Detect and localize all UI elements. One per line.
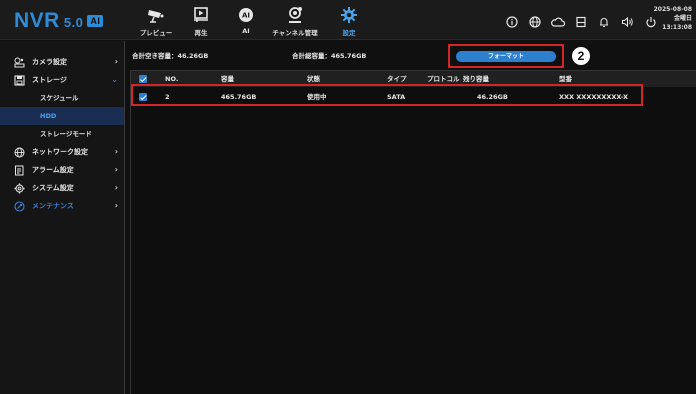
- chevron-right-icon: ›: [114, 183, 118, 192]
- clock-weekday: 金曜日: [673, 15, 692, 22]
- sidebar-item-maintenance[interactable]: メンテナンス ›: [0, 197, 124, 215]
- sidebar-item-network-settings[interactable]: ネットワーク設定 ›: [0, 143, 124, 161]
- clock: 2025-08-08 金曜日 13:13:08: [654, 5, 692, 32]
- alarm-icon: [14, 165, 25, 176]
- chevron-down-icon: ⌄: [111, 75, 118, 84]
- system-icon: [14, 183, 25, 194]
- brand-name: NVR: [14, 9, 60, 32]
- hdd-table: NO. 容量 状態 タイプ プロトコル 残り容量 型番 2 465.76GB 使…: [130, 70, 696, 394]
- select-all-checkbox[interactable]: [139, 75, 147, 83]
- sidebar-item-label: メンテナンス: [32, 202, 74, 210]
- sidebar-item-alarm-settings[interactable]: アラーム設定 ›: [0, 161, 124, 179]
- svg-text:AI: AI: [242, 11, 250, 19]
- system-icons: [503, 13, 660, 29]
- network-globe-icon[interactable]: [526, 13, 544, 29]
- bell-icon[interactable]: [595, 13, 613, 29]
- total-capacity: 合計総容量：465.76GB: [292, 52, 367, 60]
- top-bar: NVR 5.0 AI プレビュー 再生 AI AI チャンネル管理 設定 202…: [0, 0, 696, 40]
- ai-icon: AI: [220, 3, 272, 25]
- nav-channel-management[interactable]: チャンネル管理: [269, 3, 321, 39]
- chevron-right-icon: ›: [114, 201, 118, 210]
- sidebar-item-label: アラーム設定: [32, 166, 74, 174]
- step-callout-badge: 2: [572, 47, 590, 65]
- sidebar-subitem-hdd[interactable]: HDD: [0, 107, 124, 125]
- sidebar-item-system-settings[interactable]: システム設定 ›: [0, 179, 124, 197]
- total-free-capacity: 合計空き容量：46.26GB: [132, 52, 209, 60]
- speaker-icon[interactable]: [618, 13, 636, 29]
- nav-ai[interactable]: AI AI: [220, 3, 272, 39]
- sidebar-item-label: ストレージ: [32, 76, 67, 84]
- sidebar-item-storage[interactable]: ストレージ ⌄: [0, 71, 124, 89]
- nav-settings[interactable]: 設定: [323, 3, 375, 39]
- network-icon: [14, 147, 25, 158]
- sidebar-item-label: ネットワーク設定: [32, 148, 88, 156]
- brand-version: 5.0: [63, 15, 84, 30]
- camera-settings-icon: [14, 57, 25, 68]
- sidebar-item-camera-settings[interactable]: カメラ設定 ›: [0, 53, 124, 71]
- chevron-right-icon: ›: [114, 165, 118, 174]
- nav-label: チャンネル管理: [272, 29, 318, 37]
- hdd-panel: 合計空き容量：46.26GB 合計総容量：465.76GB フォーマット 2 N…: [126, 41, 696, 394]
- sidebar-subitem-schedule[interactable]: スケジュール: [0, 89, 124, 107]
- sidebar-subitem-storage-mode[interactable]: ストレージモード: [0, 125, 124, 143]
- storage-icon: [14, 75, 25, 86]
- sidebar-item-label: システム設定: [32, 184, 74, 192]
- brand-logo: NVR 5.0 AI: [14, 9, 104, 33]
- row-highlight: [131, 84, 643, 106]
- clock-time: 13:13:08: [662, 24, 692, 31]
- maintenance-icon: [14, 201, 25, 212]
- nav-label: AI: [242, 27, 250, 35]
- chevron-right-icon: ›: [114, 147, 118, 156]
- format-button[interactable]: フォーマット: [456, 51, 556, 62]
- settings-sidebar: カメラ設定 › ストレージ ⌄ スケジュール HDD ストレージモード ネットワ…: [0, 41, 125, 394]
- sidebar-item-label: カメラ設定: [32, 58, 67, 66]
- info-icon[interactable]: [503, 13, 521, 29]
- nav-label: 設定: [342, 29, 356, 37]
- settings-gear-icon: [323, 3, 375, 25]
- clock-date: 2025-08-08: [653, 6, 692, 13]
- channel-icon: [269, 3, 321, 25]
- storage-icon[interactable]: [572, 13, 590, 29]
- cloud-icon[interactable]: [549, 13, 567, 29]
- chevron-right-icon: ›: [114, 57, 118, 66]
- ai-badge: AI: [87, 15, 104, 27]
